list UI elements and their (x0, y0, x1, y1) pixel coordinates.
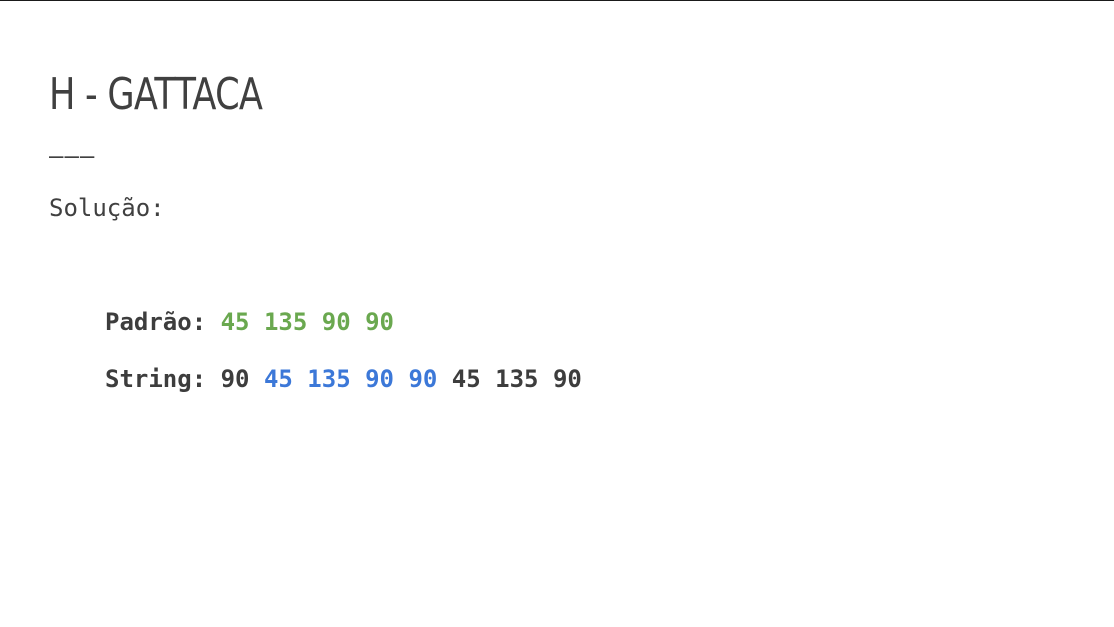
string-prefix-values: 90 (220, 365, 264, 393)
string-line: String: 90 45 135 90 90 45 135 90 (105, 364, 582, 394)
string-label: String: (105, 365, 221, 393)
pattern-label: Padrão: (105, 308, 221, 336)
string-match-values: 45 135 90 90 (263, 365, 438, 393)
string-suffix-values: 45 135 90 (437, 365, 582, 393)
slide-title: H - GATTACA (49, 69, 263, 120)
pattern-line: Padrão: 45 135 90 90 (105, 307, 394, 337)
solution-heading: Solução: (49, 194, 165, 222)
title-separator: ——— (49, 142, 96, 170)
pattern-values: 45 135 90 90 (220, 308, 394, 336)
slide: H - GATTACA ——— Solução: Padrão: 45 135 … (0, 0, 1114, 627)
